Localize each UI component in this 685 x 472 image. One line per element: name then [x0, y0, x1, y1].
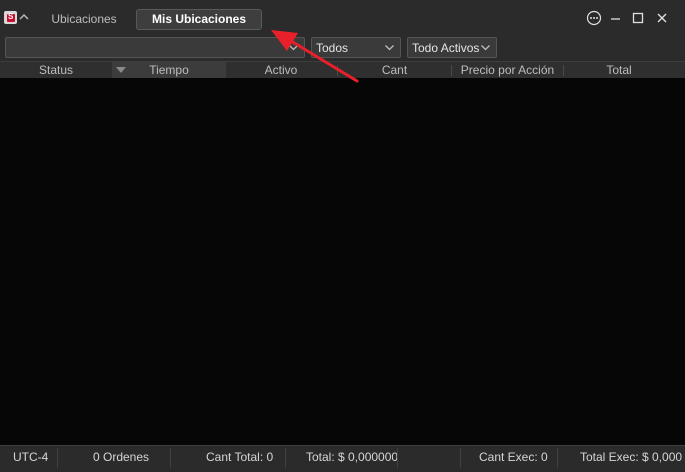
cant-total: Cant Total: 0	[206, 450, 274, 464]
total-value: Total: $ 0,000000	[306, 450, 399, 464]
column-header-status[interactable]: Status	[0, 62, 112, 79]
status-divider	[57, 448, 58, 468]
column-header-total[interactable]: Total	[564, 62, 674, 79]
app-logo-letter: S	[8, 12, 14, 21]
app-logo-icon[interactable]: S	[4, 11, 17, 24]
close-icon[interactable]	[654, 10, 670, 26]
chevron-down-icon[interactable]	[288, 42, 299, 53]
total-exec: Total Exec: $ 0,000	[580, 450, 683, 464]
column-header-activo[interactable]: Activo	[226, 62, 336, 79]
column-header-tiempo-label: Tiempo	[149, 63, 189, 77]
symbol-search-combo[interactable]	[5, 37, 305, 58]
status-divider	[397, 448, 398, 468]
tab-mis-ubicaciones[interactable]: Mis Ubicaciones	[136, 9, 262, 30]
sort-desc-icon	[116, 67, 126, 73]
cant-exec: Cant Exec: 0	[479, 450, 548, 464]
assets-filter-select[interactable]: Todo Activos	[407, 37, 497, 58]
chevron-down-icon[interactable]	[480, 42, 491, 53]
orders-count: 0 Ordenes	[93, 450, 150, 464]
status-divider	[170, 448, 171, 468]
assets-filter-value: Todo Activos	[412, 41, 480, 55]
chevron-up-icon[interactable]	[19, 12, 29, 22]
chevron-down-icon[interactable]	[384, 42, 395, 53]
status-divider	[460, 448, 461, 468]
column-header-cant[interactable]: Cant	[338, 62, 451, 79]
more-icon[interactable]	[586, 10, 602, 26]
maximize-icon[interactable]	[630, 10, 646, 26]
status-divider	[285, 448, 286, 468]
status-divider	[557, 448, 558, 468]
filter-bar: Todos Todo Activos	[0, 35, 685, 60]
status-filter-value: Todos	[316, 41, 349, 55]
positions-grid-body[interactable]	[0, 78, 685, 445]
column-header-precio-por-accion[interactable]: Precio por Acción	[452, 62, 563, 79]
tab-ubicaciones[interactable]: Ubicaciones	[38, 9, 130, 30]
minimize-icon[interactable]	[608, 10, 624, 26]
column-header-tiempo[interactable]: Tiempo	[112, 62, 226, 79]
status-filter-select[interactable]: Todos	[311, 37, 401, 58]
timezone-label: UTC-4	[13, 450, 49, 464]
grid-header: Status Tiempo Activo Cant Precio por Acc…	[0, 61, 685, 79]
title-bar: S Ubicaciones Mis Ubicaciones	[0, 0, 685, 34]
status-bar: UTC-4 0 Ordenes Cant Total: 0 Total: $ 0…	[0, 445, 685, 472]
